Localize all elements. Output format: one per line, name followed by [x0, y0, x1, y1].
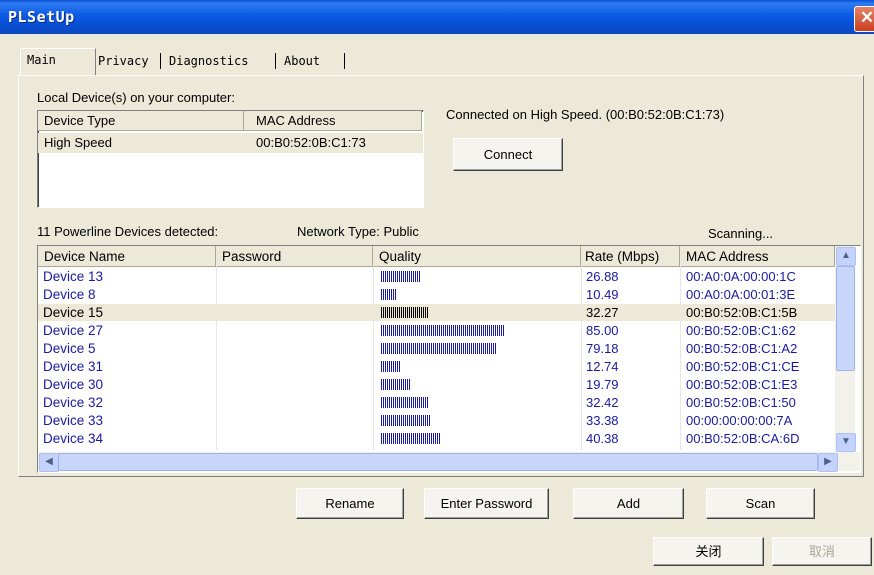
connection-status: Connected on High Speed. (00:B0:52:0B:C1… [446, 107, 725, 122]
rate-cell: 32.27 [586, 305, 619, 320]
scan-status: Scanning... [708, 226, 774, 241]
tab-privacy[interactable]: Privacy [92, 50, 155, 72]
scroll-thumb[interactable] [58, 453, 818, 471]
mac-address-cell: 00:B0:52:0B:C1:50 [686, 395, 796, 410]
scan-button[interactable]: Scan [706, 488, 815, 519]
mac-address-cell: 00:B0:52:0B:C1:A2 [686, 341, 798, 356]
mac-address-cell: 00:B0:52:0B:C1:73 [256, 135, 366, 150]
rate-cell: 33.38 [586, 413, 619, 428]
enter-password-button[interactable]: Enter Password [424, 488, 549, 519]
quality-bar [381, 361, 400, 372]
tab-divider [160, 53, 161, 69]
table-row[interactable]: Device 15 32.27 00:B0:52:0B:C1:5B [38, 304, 835, 321]
quality-bar [381, 325, 505, 336]
tab-about[interactable]: About [278, 50, 326, 72]
rate-cell: 85.00 [586, 323, 619, 338]
mac-address-cell: 00:A0:0A:00:01:3E [686, 287, 796, 302]
mac-address-cell: 00:B0:52:0B:C1:E3 [686, 377, 798, 392]
rate-cell: 12.74 [586, 359, 619, 374]
device-name-cell: Device 27 [43, 323, 104, 338]
table-row[interactable]: Device 8 10.49 00:A0:0A:00:01:3E [38, 286, 835, 303]
add-button[interactable]: Add [573, 488, 684, 519]
connect-button[interactable]: Connect [453, 138, 563, 171]
table-row[interactable]: Device 34 40.38 00:B0:52:0B:CA:6D [38, 430, 835, 447]
table-row[interactable]: Device 27 85.00 00:B0:52:0B:C1:62 [38, 322, 835, 339]
local-devices-list[interactable]: Device Type MAC Address High Speed 00:B0… [37, 110, 424, 208]
mac-address-cell: 00:B0:52:0B:C1:CE [686, 359, 800, 374]
local-devices-label: Local Device(s) on your computer: [37, 90, 235, 105]
network-type: Network Type: Public [297, 224, 419, 239]
mac-address-cell: 00:B0:52:0B:CA:6D [686, 431, 800, 446]
rate-cell: 40.38 [586, 431, 619, 446]
table-row[interactable]: Device 30 19.79 00:B0:52:0B:C1:E3 [38, 376, 835, 393]
column-header-rate[interactable]: Rate (Mbps) [581, 246, 680, 267]
mac-address-cell: 00:B0:52:0B:C1:62 [686, 323, 796, 338]
device-name-cell: Device 32 [43, 395, 104, 410]
scroll-down-icon[interactable]: ▼ [836, 433, 856, 452]
quality-bar [381, 379, 410, 390]
device-name-cell: Device 13 [43, 269, 104, 284]
table-row[interactable]: Device 32 32.42 00:B0:52:0B:C1:50 [38, 394, 835, 411]
table-row[interactable]: Device 33 33.38 00:00:00:00:00:7A [38, 412, 835, 429]
close-button[interactable]: 关闭 [653, 537, 764, 566]
close-icon[interactable]: ✕ [854, 6, 874, 32]
table-row[interactable]: Device 31 12.74 00:B0:52:0B:C1:CE [38, 358, 835, 375]
tab-divider [275, 53, 276, 69]
scroll-right-icon[interactable]: ▶ [818, 453, 838, 472]
mac-address-cell: 00:A0:0A:00:00:1C [686, 269, 796, 284]
column-header-mac[interactable]: MAC Address [680, 246, 835, 267]
powerline-devices-table[interactable]: Device Name Password Quality Rate (Mbps)… [37, 245, 861, 473]
device-name-cell: Device 31 [43, 359, 104, 374]
rate-cell: 19.79 [586, 377, 619, 392]
table-row[interactable]: Device 5 79.18 00:B0:52:0B:C1:A2 [38, 340, 835, 357]
device-name-cell: Device 34 [43, 431, 104, 446]
tab-diagnostics[interactable]: Diagnostics [163, 50, 254, 72]
horizontal-scrollbar[interactable]: ◀ ▶ [38, 452, 860, 472]
list-item[interactable]: High Speed 00:B0:52:0B:C1:73 [38, 133, 423, 153]
title-bar[interactable]: PLSetUp ✕ [0, 0, 874, 34]
device-name-cell: Device 15 [43, 305, 104, 320]
tab-main[interactable]: Main [20, 48, 96, 75]
quality-bar [381, 397, 428, 408]
column-header-device-name[interactable]: Device Name [38, 246, 216, 267]
device-type-cell: High Speed [44, 135, 112, 150]
column-header-mac-address[interactable]: MAC Address [244, 111, 422, 131]
rate-cell: 10.49 [586, 287, 619, 302]
column-header-password[interactable]: Password [216, 246, 373, 267]
mac-address-cell: 00:B0:52:0B:C1:5B [686, 305, 798, 320]
column-header-quality[interactable]: Quality [373, 246, 581, 267]
rate-cell: 26.88 [586, 269, 619, 284]
scroll-up-icon[interactable]: ▲ [836, 247, 856, 266]
device-name-cell: Device 33 [43, 413, 104, 428]
quality-bar [381, 415, 430, 426]
vertical-scrollbar[interactable]: ▲ ▼ [835, 246, 856, 452]
rate-cell: 79.18 [586, 341, 619, 356]
cancel-button[interactable]: 取消 [772, 537, 872, 566]
quality-bar [381, 343, 497, 354]
mac-address-cell: 00:00:00:00:00:7A [686, 413, 793, 428]
tab-divider [344, 53, 345, 69]
rate-cell: 32.42 [586, 395, 619, 410]
quality-bar [381, 307, 428, 318]
rename-button[interactable]: Rename [296, 488, 404, 519]
quality-bar [381, 271, 420, 282]
device-name-cell: Device 8 [43, 287, 96, 302]
scroll-thumb[interactable] [836, 266, 855, 371]
scroll-left-icon[interactable]: ◀ [39, 453, 59, 472]
window-title: PLSetUp [8, 8, 75, 26]
quality-bar [381, 433, 440, 444]
quality-bar [381, 289, 396, 300]
column-header-device-type[interactable]: Device Type [38, 111, 244, 131]
device-name-cell: Device 5 [43, 341, 96, 356]
device-name-cell: Device 30 [43, 377, 104, 392]
devices-detected-count: 11 Powerline Devices detected: [37, 224, 219, 239]
table-row[interactable]: Device 13 26.88 00:A0:0A:00:00:1C [38, 268, 835, 285]
